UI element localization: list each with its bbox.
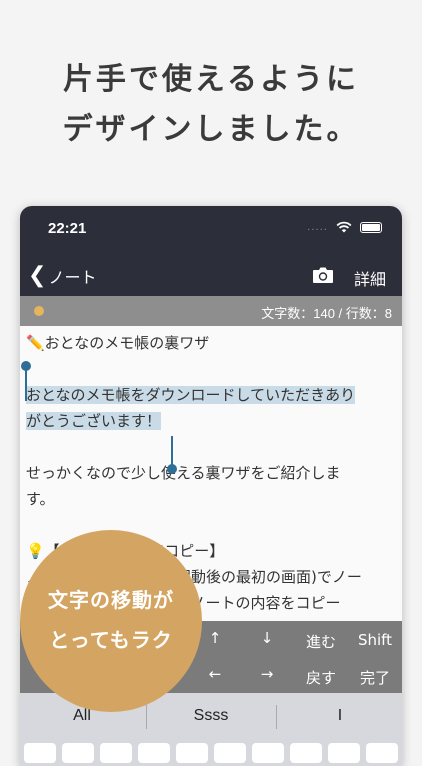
- keyboard-key[interactable]: [366, 743, 398, 763]
- editor-line: す。: [26, 490, 55, 508]
- editor-line: せっかくなので少し使える裏ワザをご紹介しま: [26, 464, 341, 482]
- editor-line: ✏️おとなのメモ帳の裏ワザ: [26, 334, 210, 352]
- keyboard-key[interactable]: [62, 743, 94, 763]
- keyboard-key[interactable]: [214, 743, 246, 763]
- signal-dots-icon: .....: [307, 221, 328, 233]
- selection-end-handle[interactable]: [167, 436, 177, 474]
- editor-line-selected: おとなのメモ帳をダウンロードしていただきあり: [26, 382, 396, 408]
- keyboard-key[interactable]: [328, 743, 360, 763]
- status-dot: [34, 306, 44, 316]
- done-button[interactable]: 完了: [350, 667, 400, 688]
- keyboard-key[interactable]: [290, 743, 322, 763]
- keyboard-key[interactable]: [176, 743, 208, 763]
- selection-highlight: おとなのメモ帳をダウンロードしていただきあり: [26, 386, 356, 404]
- undo-button[interactable]: 戻す: [296, 667, 346, 688]
- cursor-left-button[interactable]: ←: [190, 665, 240, 683]
- cursor-right-button[interactable]: →: [242, 665, 292, 683]
- cursor-down-button[interactable]: ↓: [242, 629, 292, 647]
- chevron-left-icon: ❮: [28, 263, 47, 288]
- battery-icon: [360, 221, 382, 233]
- status-time: 22:21: [48, 220, 87, 237]
- keyboard-key[interactable]: [252, 743, 284, 763]
- headline: 片手で使えるように デザインしました。: [0, 55, 422, 155]
- shift-button[interactable]: Shift: [350, 631, 400, 649]
- detail-button[interactable]: 詳細: [354, 266, 386, 290]
- suggestion-divider: [276, 705, 277, 729]
- back-button[interactable]: ❮ ノート: [28, 264, 96, 288]
- selection-start-handle[interactable]: [21, 361, 31, 401]
- camera-icon[interactable]: [312, 266, 334, 284]
- wifi-icon: [336, 221, 352, 233]
- back-label: ノート: [48, 268, 97, 287]
- headline-line-1: 片手で使えるように: [62, 62, 360, 97]
- bubble-line-1: 文字の移動が: [48, 588, 174, 612]
- bubble-line-2: とってもラク: [49, 628, 173, 652]
- selection-highlight: がとうございます！: [26, 412, 162, 430]
- status-icons: .....: [307, 221, 382, 233]
- suggestion-item[interactable]: I: [280, 707, 400, 725]
- suggestion-item[interactable]: Ssss: [151, 707, 271, 725]
- headline-line-2: デザインしました。: [62, 112, 360, 147]
- suggestion-divider: [146, 705, 147, 729]
- keyboard-keys: [20, 743, 402, 766]
- nav-bar: ❮ ノート 詳細: [20, 254, 402, 296]
- keyboard-key[interactable]: [24, 743, 56, 763]
- keyboard-key[interactable]: [100, 743, 132, 763]
- keyboard-key[interactable]: [138, 743, 170, 763]
- forward-button[interactable]: 進む: [296, 631, 346, 652]
- editor-line-selected: がとうございます！: [26, 408, 396, 434]
- character-line-count: 文字数：140 / 行数：8: [261, 306, 392, 321]
- info-bar: 文字数：140 / 行数：8: [20, 296, 402, 326]
- status-bar: 22:21 .....: [20, 206, 402, 254]
- promo-bubble: 文字の移動が とってもラク: [20, 530, 202, 712]
